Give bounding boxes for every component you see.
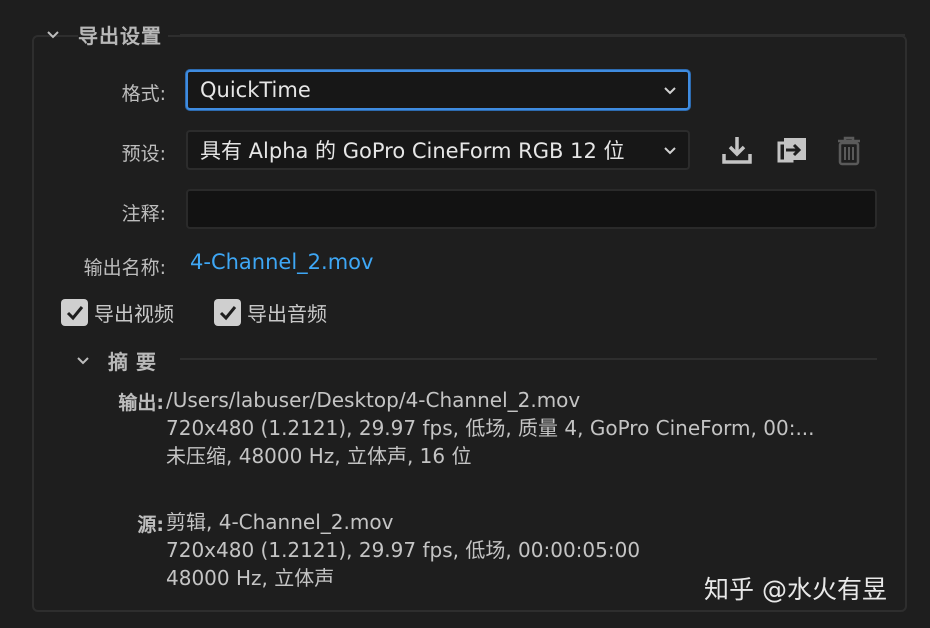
summary-source-line: 720x480 (1.2121), 29.97 fps, 低场, 00:00:0… [166, 538, 641, 562]
summary-source-line: 48000 Hz, 立体声 [166, 566, 335, 590]
summary-source-label: 源: [137, 514, 164, 536]
summary-header[interactable]: 摘要 [72, 346, 164, 375]
export-audio-label: 导出音频 [247, 302, 327, 326]
format-label: 格式: [121, 83, 166, 105]
watermark: 知乎 @水火有昱 [704, 575, 887, 604]
format-select[interactable]: QuickTime [186, 70, 690, 110]
comment-input[interactable] [186, 189, 877, 229]
download-icon[interactable] [719, 132, 755, 168]
summary-output-line: 720x480 (1.2121), 29.97 fps, 低场, 质量 4, G… [166, 416, 815, 440]
format-value: QuickTime [200, 78, 311, 102]
checkbox-checked[interactable] [61, 299, 88, 326]
checkbox-checked[interactable] [214, 299, 241, 326]
preset-value: 具有 Alpha 的 GoPro CineForm RGB 12 位 [200, 139, 625, 163]
divider [180, 358, 877, 360]
summary-source: 剪辑, 4-Channel_2.mov 720x480 (1.2121), 29… [166, 508, 640, 592]
section-title: 导出设置 [78, 20, 168, 49]
import-icon[interactable] [775, 132, 811, 168]
trash-icon[interactable] [831, 132, 867, 168]
chevron-down-icon [664, 147, 676, 155]
summary-output: /Users/labuser/Desktop/4-Channel_2.mov 7… [166, 386, 815, 470]
summary-title: 摘要 [108, 350, 164, 374]
divider [180, 34, 905, 36]
comment-label: 注释: [121, 203, 166, 225]
export-video-label: 导出视频 [94, 302, 174, 326]
export-video-checkbox[interactable]: 导出视频 [61, 298, 174, 327]
chevron-down-icon [664, 87, 676, 95]
summary-output-label: 输出: [118, 392, 164, 414]
preset-label: 预设: [121, 143, 166, 165]
checkmark-icon [219, 305, 236, 320]
export-settings-header[interactable]: 导出设置 [42, 20, 168, 49]
output-name-label: 输出名称: [83, 257, 166, 279]
summary-output-line: /Users/labuser/Desktop/4-Channel_2.mov [166, 388, 581, 412]
chevron-down-icon[interactable] [42, 24, 64, 46]
chevron-down-icon[interactable] [72, 350, 94, 372]
preset-select[interactable]: 具有 Alpha 的 GoPro CineForm RGB 12 位 [186, 130, 690, 170]
output-name-link[interactable]: 4-Channel_2.mov [190, 250, 373, 274]
summary-output-line: 未压缩, 48000 Hz, 立体声, 16 位 [166, 444, 472, 468]
export-audio-checkbox[interactable]: 导出音频 [214, 298, 327, 327]
summary-source-line: 剪辑, 4-Channel_2.mov [166, 510, 394, 534]
checkmark-icon [66, 305, 83, 320]
